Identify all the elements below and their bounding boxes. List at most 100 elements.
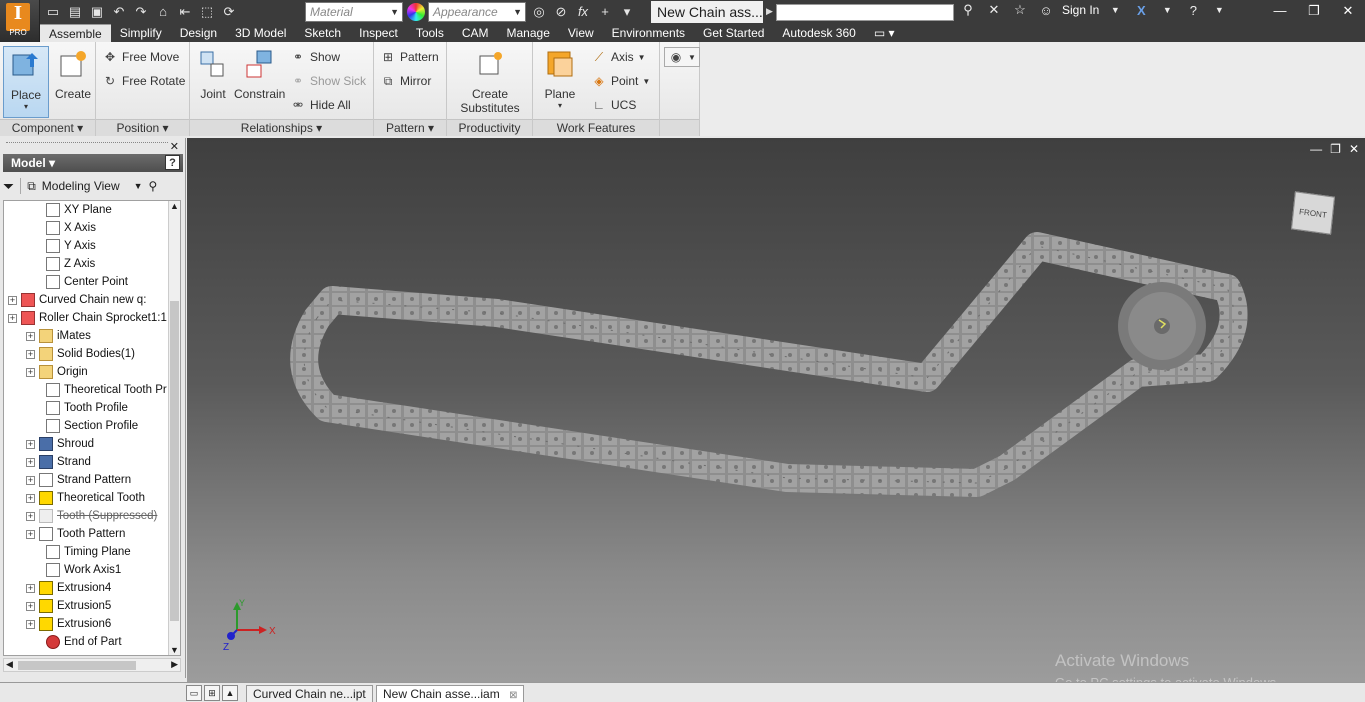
undo-icon[interactable]: ↶ [110,4,128,20]
tree-item[interactable]: + Roller Chain Sprocket1:1 [8,309,167,327]
doc-tab-new-chain[interactable]: New Chain asse...iam ⊠ [376,685,525,702]
scroll-right-icon[interactable]: ▶ [171,659,178,670]
update-icon[interactable]: ⟳ [220,4,238,20]
help-icon[interactable]: ? [165,155,180,170]
tree-item[interactable]: + Extrusion4 [26,579,111,597]
filter-icon[interactable]: ⏷ [3,178,14,195]
sprocket[interactable] [1118,282,1206,370]
open-icon[interactable]: ▤ [66,4,84,20]
camera-icon[interactable]: ▭ ▾ [865,24,904,42]
browser-title-bar[interactable]: Model ▾ ? [3,154,183,172]
close-icon[interactable]: ✕ [1331,0,1365,22]
panel-label-relationships[interactable]: Relationships ▾ [190,119,373,136]
select-icon[interactable]: ⬚ [198,4,216,20]
tree-item[interactable]: Tooth Profile [46,399,128,417]
tab-simplify[interactable]: Simplify [111,24,171,42]
ribbon-options-button[interactable]: ◉ ▼ [664,47,700,67]
home-icon[interactable]: ⌂ [154,4,172,20]
save-icon[interactable]: ▣ [88,4,106,20]
panel-grip[interactable] [6,142,168,143]
tab-view[interactable]: View [559,24,603,42]
show-sick-button[interactable]: ⚭ Show Sick [290,71,366,91]
tree-horizontal-scrollbar[interactable]: ◀ ▶ [3,658,181,672]
panel-label-component[interactable]: Component ▾ [0,119,95,136]
chevron-down-icon[interactable]: ▼ [1105,5,1125,15]
subscription-icon[interactable]: ✕ [984,2,1004,18]
redo-icon[interactable]: ↷ [132,4,150,20]
expand-icon[interactable]: + [26,349,35,359]
material-combo[interactable]: Material ▼ [305,2,403,22]
expand-icon[interactable]: + [26,583,35,593]
customize-icon[interactable]: ▾ [618,4,636,20]
appearance-combo[interactable]: Appearance ▼ [428,2,526,22]
place-button[interactable]: Place ▾ [3,46,49,118]
tree-item[interactable]: Work Axis1 [46,561,121,579]
minimize-icon[interactable]: — [1263,0,1297,22]
tab-assemble[interactable]: Assemble [40,24,111,42]
expand-icon[interactable]: + [8,295,17,305]
tree-item[interactable]: + Tooth Pattern [26,525,125,543]
tile-icon[interactable]: ⊞ [204,685,220,701]
scroll-up-icon[interactable]: ▲ [169,201,180,211]
fx-icon[interactable]: fx [574,4,592,20]
expand-icon[interactable]: + [8,313,17,323]
tree-vertical-scrollbar[interactable]: ▲ ▼ [168,201,180,655]
tree-item[interactable]: + Curved Chain new q: [8,291,146,309]
tab-design[interactable]: Design [171,24,226,42]
hide-all-button[interactable]: ⚮ Hide All [290,95,351,115]
chain-model[interactable] [187,138,1365,682]
expand-icon[interactable]: + [26,367,35,377]
clear-icon[interactable]: ⊘ [552,4,570,20]
help-icon[interactable]: ? [1183,3,1203,18]
tree-item[interactable]: + Strand [26,453,91,471]
user-icon[interactable]: ☺ [1036,3,1056,18]
maximize-icon[interactable]: ❐ [1297,0,1331,22]
tree-item[interactable]: Y Axis [46,237,96,255]
viewcube[interactable]: FRONT [1287,184,1339,236]
tab-cam[interactable]: CAM [453,24,498,42]
pattern-button[interactable]: ⊞ Pattern [380,47,439,67]
panel-label-position[interactable]: Position ▾ [96,119,189,136]
tab-manage[interactable]: Manage [498,24,559,42]
tree-item[interactable]: + Extrusion6 [26,615,111,633]
sign-in-link[interactable]: Sign In [1062,3,1099,17]
new-icon[interactable]: ▭ [44,4,62,20]
chevron-down-icon[interactable]: ▼ [1157,5,1177,15]
doc-tab-curved-chain[interactable]: Curved Chain ne...ipt [246,685,373,702]
ucs-button[interactable]: ∟ UCS [591,95,636,115]
scrollbar-thumb[interactable] [170,301,179,621]
tab-inspect[interactable]: Inspect [350,24,407,42]
expand-icon[interactable]: + [26,331,35,341]
tree-item[interactable]: Timing Plane [46,543,131,561]
up-arrow-icon[interactable]: ▲ [222,685,238,701]
find-icon[interactable]: ⚲ [149,179,158,193]
expand-icon[interactable]: + [26,619,35,629]
tab-sketch[interactable]: Sketch [295,24,350,42]
plane-button[interactable]: Plane ▾ [537,46,583,118]
expand-icon[interactable]: + [26,529,35,539]
axis-button[interactable]: ⟋ Axis ▼ [591,47,646,67]
point-button[interactable]: ◈ Point ▼ [591,71,650,91]
tree-item[interactable]: End of Part [46,633,122,651]
expand-icon[interactable]: + [26,493,35,503]
tree-item[interactable]: Theoretical Tooth Pr [46,381,167,399]
tab-get-started[interactable]: Get Started [694,24,773,42]
free-rotate-button[interactable]: ↻ Free Rotate [102,71,185,91]
tree-item[interactable]: X Axis [46,219,96,237]
tab-tools[interactable]: Tools [407,24,453,42]
show-button[interactable]: ⚭ Show [290,47,340,67]
tab-autodesk-360[interactable]: Autodesk 360 [773,24,864,42]
expand-icon[interactable]: + [26,475,35,485]
tree-item[interactable]: Z Axis [46,255,95,273]
scrollbar-thumb[interactable] [18,661,136,670]
tree-item[interactable]: Section Profile [46,417,138,435]
joint-button[interactable]: Joint [190,46,236,118]
viewcube-front-face[interactable]: FRONT [1291,191,1335,235]
expand-icon[interactable]: ▶ [766,6,773,17]
scroll-left-icon[interactable]: ◀ [6,659,13,670]
return-icon[interactable]: ⇤ [176,4,194,20]
search-input[interactable] [776,4,954,21]
exchange-icon[interactable]: X [1131,3,1151,18]
free-move-button[interactable]: ✥ Free Move [102,47,179,67]
create-substitutes-button[interactable]: Create Substitutes [455,46,525,118]
